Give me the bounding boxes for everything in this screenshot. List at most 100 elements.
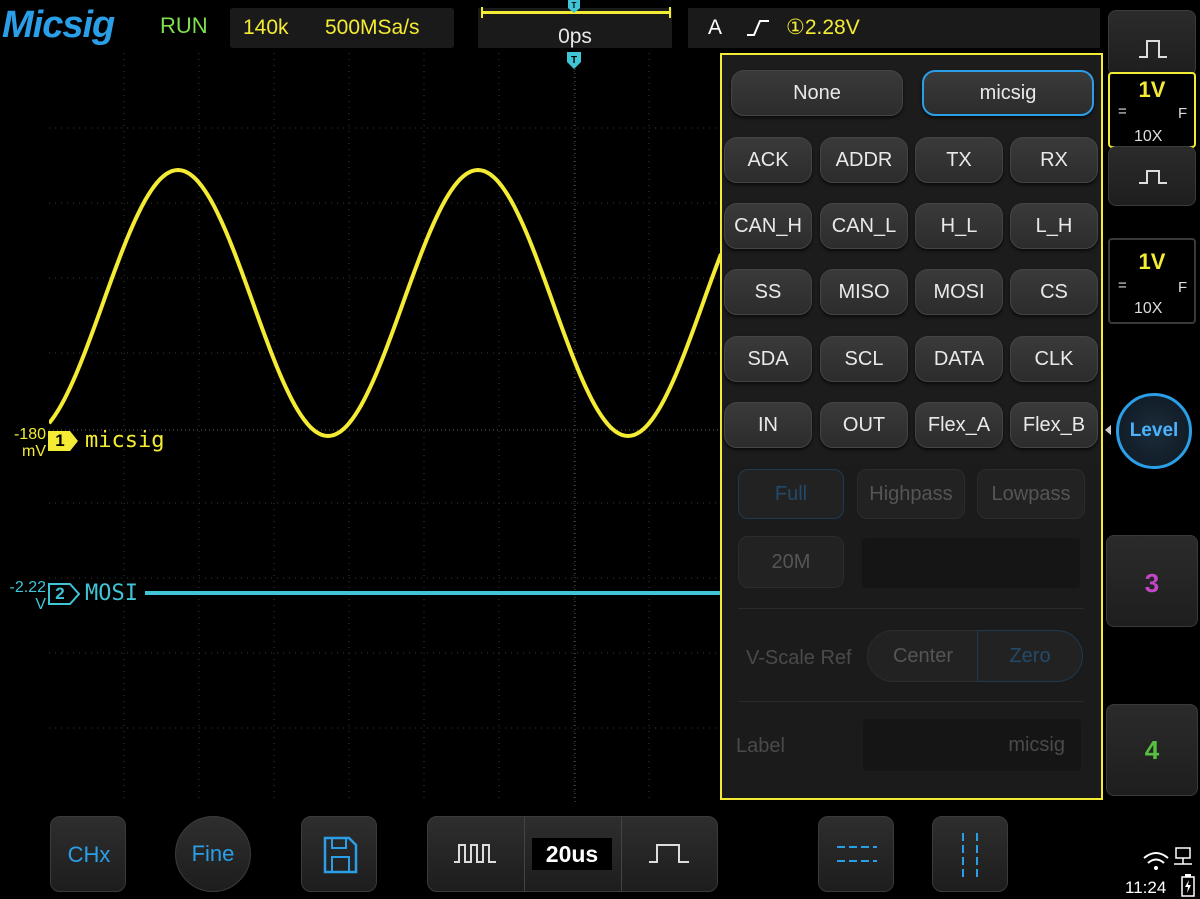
ch2-offset-value: -2.22: [9, 579, 46, 596]
ch1-probe: 10X: [1134, 128, 1163, 145]
battery-charging-icon: [1181, 874, 1195, 897]
ch2-offset: -2.22 V: [0, 579, 46, 613]
brand-logo: Micsig: [2, 4, 115, 46]
ch2-coupling: =: [1118, 277, 1127, 294]
ch1-coupling: =: [1118, 103, 1127, 120]
channel-settings-dimmed: Full Highpass Lowpass 20M V-Scale Ref Ce…: [722, 465, 1101, 798]
divider: [524, 817, 525, 891]
label-field-label: Label: [736, 735, 785, 757]
horizontal-position: 0ps: [558, 25, 592, 48]
ch1-marker-number: 1: [55, 431, 65, 450]
pointer-left-icon: [1105, 425, 1111, 435]
ch2-bw: F: [1178, 279, 1188, 296]
trigger-position-marker-icon: T: [567, 52, 581, 69]
preset-scl[interactable]: SCL: [820, 336, 908, 382]
ch1-label: micsig: [85, 428, 165, 453]
timebase-increase-button[interactable]: [621, 817, 717, 891]
chx-button[interactable]: CHx: [50, 816, 126, 892]
chx-label: CHx: [67, 842, 111, 867]
trigger-level-button[interactable]: Level: [1116, 393, 1192, 469]
ch1-vdiv-up-button[interactable]: [1108, 10, 1196, 76]
ch2-offset-unit: V: [35, 596, 46, 613]
pulse-icon: [1139, 40, 1167, 58]
preset-miso[interactable]: MISO: [820, 269, 908, 315]
ch1-offset: -180 mV: [2, 426, 46, 460]
preset-l-h[interactable]: L_H: [1010, 203, 1098, 249]
trigger-position-top-icon: T: [568, 0, 580, 13]
svg-text:T: T: [571, 55, 577, 66]
vscale-zero-button[interactable]: Zero: [977, 630, 1083, 682]
memory-depth: 140k: [243, 16, 289, 39]
clock: 11:24: [1125, 878, 1167, 897]
preset-h-l[interactable]: H_L: [915, 203, 1003, 249]
preset-sda[interactable]: SDA: [724, 336, 812, 382]
sample-rate: 500MSa/s: [325, 16, 420, 39]
ch2-label: MOSI: [85, 581, 138, 606]
label-micsig-button[interactable]: micsig: [922, 70, 1094, 116]
ch2-scale-box[interactable]: 1V = F 10X: [1108, 238, 1196, 324]
trigger-level: ①2.28V: [786, 16, 860, 39]
preset-mosi[interactable]: MOSI: [915, 269, 1003, 315]
rising-edge-icon: [747, 20, 769, 36]
preset-in[interactable]: IN: [724, 402, 812, 448]
dense-pulse-icon: [454, 844, 496, 863]
preset-ss[interactable]: SS: [724, 269, 812, 315]
memory-window-left: [481, 7, 483, 18]
ch4-button[interactable]: 4: [1106, 704, 1198, 796]
preset-out[interactable]: OUT: [820, 402, 908, 448]
vscale-center-button[interactable]: Center: [867, 630, 979, 682]
preset-data[interactable]: DATA: [915, 336, 1003, 382]
bandwidth-lowpass-button[interactable]: Lowpass: [977, 469, 1085, 519]
label-input[interactable]: micsig: [863, 719, 1081, 771]
bandwidth-highpass-button[interactable]: Highpass: [857, 469, 965, 519]
preset-rx[interactable]: RX: [1010, 137, 1098, 183]
vscale-ref-label: V-Scale Ref: [746, 647, 852, 669]
timebase-decrease-button[interactable]: [428, 817, 523, 891]
ch2-vdiv: 1V: [1138, 249, 1166, 274]
svg-text:T: T: [572, 1, 577, 10]
horizontal-cursor-icon: [837, 846, 877, 862]
horizontal-cursor-button[interactable]: [818, 816, 894, 892]
save-icon: [323, 836, 358, 874]
label-keyboard: None micsig ACK ADDR TX RX CAN_H CAN_L H…: [722, 55, 1101, 465]
pulse-icon: [1139, 170, 1167, 184]
preset-flex-b[interactable]: Flex_B: [1010, 402, 1098, 448]
preset-clk[interactable]: CLK: [1010, 336, 1098, 382]
trigger-mode: A: [708, 16, 723, 39]
vertical-cursor-icon: [962, 833, 978, 877]
ch1-offset-unit: mV: [22, 443, 46, 460]
fine-button[interactable]: Fine: [175, 816, 251, 892]
divider: [738, 701, 1084, 702]
ch2-probe: 10X: [1134, 300, 1163, 317]
bandwidth-full-button[interactable]: Full: [738, 469, 844, 519]
ch1-waveform: [47, 167, 723, 439]
timebase-value: 20us: [532, 838, 612, 870]
vertical-cursor-button[interactable]: [932, 816, 1008, 892]
ch1-vdiv: 1V: [1138, 77, 1166, 102]
ch4-label: 4: [1144, 735, 1160, 765]
memory-window-right: [669, 7, 671, 18]
save-button[interactable]: [301, 816, 377, 892]
ch3-button[interactable]: 3: [1106, 535, 1198, 627]
preset-ack[interactable]: ACK: [724, 137, 812, 183]
wide-pulse-icon: [649, 844, 689, 863]
preset-flex-a[interactable]: Flex_A: [915, 402, 1003, 448]
ch1-offset-value: -180: [13, 426, 46, 443]
bandwidth-20m-button[interactable]: 20M: [738, 536, 844, 588]
ch1-vdiv-down-button[interactable]: [1108, 146, 1196, 206]
label-none-button[interactable]: None: [731, 70, 903, 116]
preset-addr[interactable]: ADDR: [820, 137, 908, 183]
ch3-label: 3: [1144, 568, 1160, 598]
preset-tx[interactable]: TX: [915, 137, 1003, 183]
ch1-scale-box[interactable]: 1V = F 10X: [1108, 72, 1196, 148]
preset-can-h[interactable]: CAN_H: [724, 203, 812, 249]
wifi-network-icon: [1143, 847, 1192, 870]
ch1-bw: F: [1178, 105, 1188, 122]
preset-can-l[interactable]: CAN_L: [820, 203, 908, 249]
bandwidth-value-field[interactable]: [862, 538, 1080, 588]
label-input-value: micsig: [1008, 734, 1065, 756]
ch2-marker-number: 2: [55, 584, 65, 603]
preset-cs[interactable]: CS: [1010, 269, 1098, 315]
divider: [738, 608, 1084, 609]
run-state[interactable]: RUN: [160, 12, 208, 40]
